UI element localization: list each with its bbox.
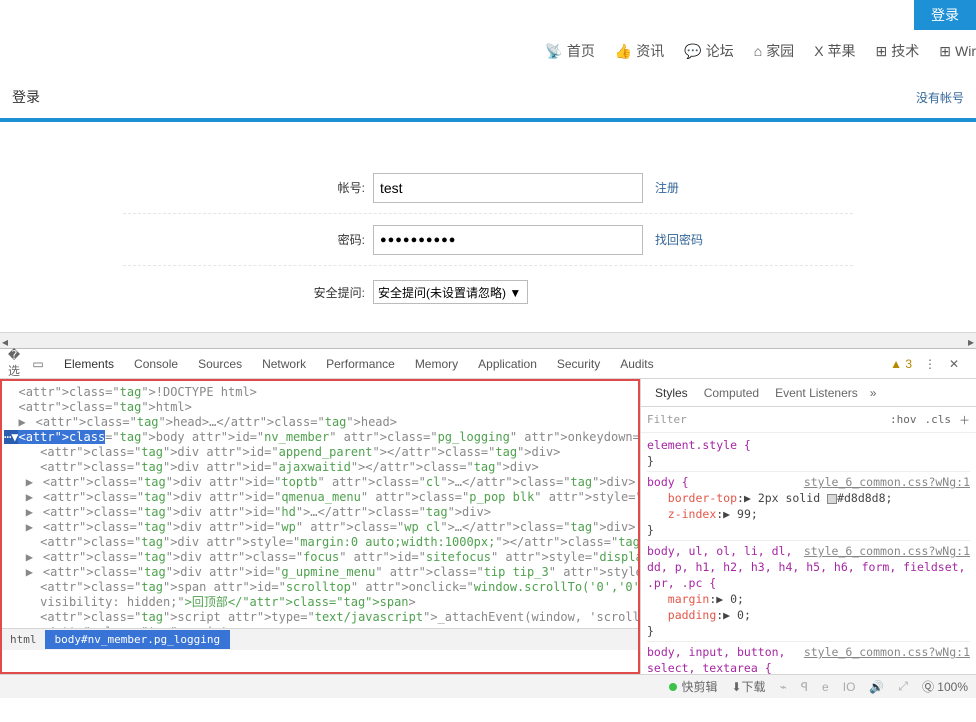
devtools-tab-application[interactable]: Application — [468, 357, 547, 371]
page-scrollbar[interactable]: ◂ ▸ — [0, 332, 976, 348]
nav-item-label: 论坛 — [706, 41, 734, 61]
device-icon[interactable]: ▭ — [30, 357, 46, 371]
lightning-icon[interactable]: ⌁ — [780, 680, 787, 694]
warnings-badge[interactable]: ▲ 3 — [890, 357, 912, 371]
scroll-left-icon[interactable]: ◂ — [2, 335, 8, 349]
styles-panel: StylesComputedEvent Listeners » Filter :h… — [640, 379, 976, 674]
styles-tab-computed[interactable]: Computed — [696, 386, 767, 400]
speaker-icon[interactable]: 🔊 — [869, 680, 884, 694]
no-account-link[interactable]: 没有帐号 — [916, 89, 964, 106]
nav-item-5[interactable]: ⊞技术 — [876, 41, 920, 61]
windows-icon: ⊞ — [876, 43, 888, 60]
login-button[interactable]: 登录 — [914, 0, 976, 30]
io-icon[interactable]: IO — [843, 680, 856, 694]
home-icon: ⌂ — [754, 43, 762, 59]
zoom-level[interactable]: Ⓠ 100% — [922, 678, 968, 695]
devtools: �选 ▭ ElementsConsoleSourcesNetworkPerfor… — [0, 348, 976, 674]
devtools-tab-elements[interactable]: Elements — [54, 357, 124, 371]
styles-rules[interactable]: element.style {}style_6_common.css?wNg:1… — [641, 433, 976, 674]
styles-filter-row: Filter :hov .cls ＋ — [641, 407, 976, 433]
chat-icon: 💬 — [684, 43, 701, 60]
devtools-tab-security[interactable]: Security — [547, 357, 610, 371]
page-title: 登录 — [12, 87, 40, 107]
devtools-tab-performance[interactable]: Performance — [316, 357, 405, 371]
devtools-tab-console[interactable]: Console — [124, 357, 188, 371]
crumb-body[interactable]: body#nv_member.pg_logging — [45, 630, 231, 649]
devtools-tabs: �选 ▭ ElementsConsoleSourcesNetworkPerfor… — [0, 349, 976, 379]
download-button[interactable]: ⬇ 下载 — [731, 678, 765, 695]
question-select[interactable]: 安全提问(未设置请忽略) ▼ — [373, 280, 528, 304]
rss-icon: 📡 — [545, 43, 562, 60]
nav-item-label: 苹果 — [828, 41, 856, 61]
register-link[interactable]: 注册 — [655, 179, 679, 196]
nav-item-label: 资讯 — [636, 41, 664, 61]
devtools-close-icon[interactable]: ✕ — [946, 357, 962, 371]
nav-item-2[interactable]: 💬 论坛 — [684, 41, 733, 61]
account-label: 帐号: — [123, 179, 373, 196]
thumbs-up-icon: 👍 — [615, 43, 632, 60]
devtools-tab-memory[interactable]: Memory — [405, 357, 468, 371]
elements-panel: <attr">class="tag">!DOCTYPE html> <attr"… — [0, 379, 640, 674]
styles-tabs-more-icon[interactable]: » — [870, 386, 877, 400]
expand-icon[interactable]: ⤢ — [898, 679, 908, 694]
elements-source[interactable]: <attr">class="tag">!DOCTYPE html> <attr"… — [2, 381, 638, 628]
inspect-icon[interactable]: �选 — [6, 348, 22, 379]
hov-toggle[interactable]: :hov — [890, 413, 917, 426]
scroll-right-icon[interactable]: ▸ — [968, 335, 974, 349]
nav-item-4[interactable]: X 苹果 — [814, 41, 855, 61]
kuaijianj-button[interactable]: 快剪辑 — [669, 678, 717, 695]
devtools-tab-sources[interactable]: Sources — [188, 357, 252, 371]
password-row: 密码: 找回密码 — [123, 214, 853, 266]
question-label: 安全提问: — [123, 284, 373, 301]
crumb-html[interactable]: html — [2, 633, 45, 646]
cls-toggle[interactable]: .cls — [925, 413, 952, 426]
password-input[interactable] — [373, 225, 643, 255]
nav-item-0[interactable]: 📡 首页 — [545, 41, 594, 61]
windows-icon: ⊞ — [939, 43, 951, 60]
styles-tabs: StylesComputedEvent Listeners » — [641, 379, 976, 407]
navbar: 📡首页👍资讯💬论坛⌂家园X苹果⊞技术⊞Wir — [0, 26, 976, 76]
devtools-menu-icon[interactable]: ⋮ — [922, 357, 938, 371]
styles-tab-event-listeners[interactable]: Event Listeners — [767, 386, 866, 400]
elements-breadcrumb: html body#nv_member.pg_logging — [2, 628, 638, 650]
nav-item-label: 技术 — [891, 41, 919, 61]
statusbar: 快剪辑 ⬇ 下载 ⌁ ꟼ e IO 🔊 ⤢ Ⓠ 100% — [0, 674, 976, 698]
e-icon[interactable]: e — [822, 680, 829, 694]
nav-item-1[interactable]: 👍资讯 — [615, 41, 664, 61]
question-row: 安全提问: 安全提问(未设置请忽略) ▼ — [123, 266, 853, 318]
forgot-password-link[interactable]: 找回密码 — [655, 231, 703, 248]
login-form: 帐号: 注册 密码: 找回密码 安全提问: 安全提问(未设置请忽略) ▼ — [0, 122, 976, 318]
p-icon[interactable]: ꟼ — [801, 680, 808, 694]
add-rule-icon[interactable]: ＋ — [959, 412, 970, 428]
devtools-tab-audits[interactable]: Audits — [610, 357, 663, 371]
devtools-tab-network[interactable]: Network — [252, 357, 316, 371]
nav-item-3[interactable]: ⌂家园 — [754, 41, 794, 61]
account-input[interactable] — [373, 173, 643, 203]
password-label: 密码: — [123, 231, 373, 248]
nav-item-6[interactable]: ⊞Wir — [939, 43, 976, 60]
x-icon: X — [814, 43, 823, 59]
nav-item-label: 家园 — [766, 41, 794, 61]
titlebar: 登录 没有帐号 — [0, 76, 976, 122]
account-row: 帐号: 注册 — [123, 162, 853, 214]
styles-filter-input[interactable]: Filter — [647, 413, 687, 426]
nav-item-label: 首页 — [567, 41, 595, 61]
nav-item-label: Wir — [955, 43, 976, 59]
topbar: 登录 — [0, 0, 976, 26]
styles-tab-styles[interactable]: Styles — [647, 386, 696, 400]
